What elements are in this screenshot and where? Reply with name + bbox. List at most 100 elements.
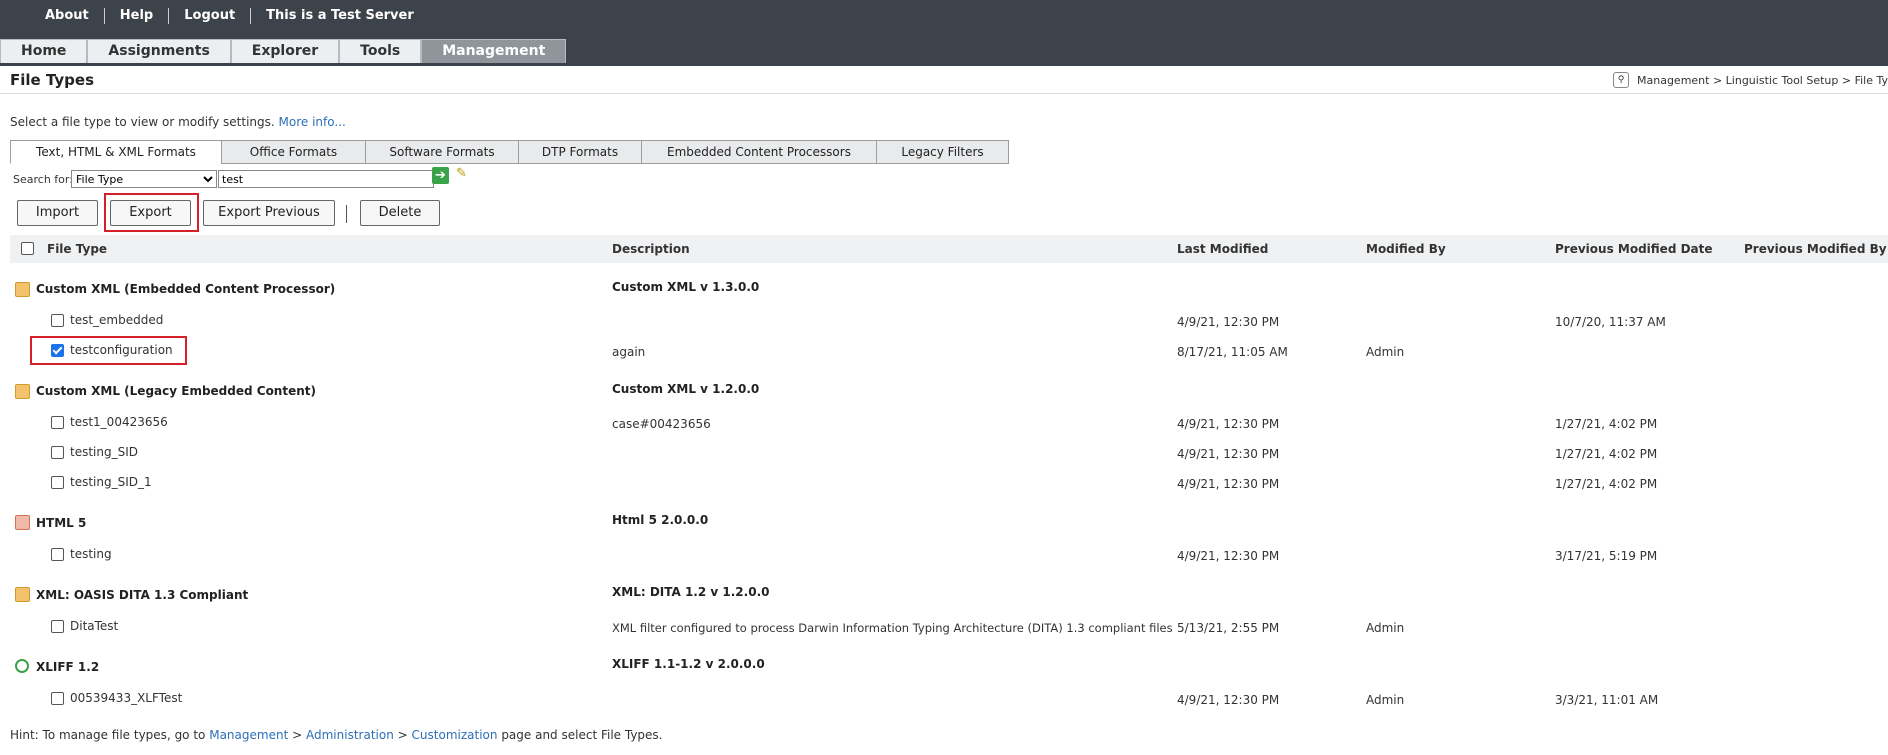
search-label: Search for:: [13, 173, 73, 186]
row-file-type[interactable]: test_embedded: [70, 313, 163, 327]
row-modified-by: Admin: [1366, 621, 1405, 635]
logout-link[interactable]: Logout: [169, 8, 252, 24]
management-link[interactable]: Management: [209, 728, 288, 742]
row-prev-date: 1/27/21, 4:02 PM: [1555, 417, 1658, 431]
row-description: XML filter configured to process Darwin …: [612, 621, 1173, 635]
row-file-type[interactable]: testing_SID: [70, 445, 138, 459]
help-link[interactable]: Help: [105, 8, 170, 24]
group-name: XML: OASIS DITA 1.3 Compliant: [36, 588, 249, 602]
row-modified-by: Admin: [1366, 345, 1405, 359]
hint-suffix: page and select File Types.: [501, 728, 663, 742]
row-prev-date: 3/17/21, 5:19 PM: [1555, 549, 1658, 563]
row-last-modified: 4/9/21, 12:30 PM: [1177, 417, 1280, 431]
row-file-type[interactable]: testconfiguration: [70, 343, 173, 357]
intro-label: Select a file type to view or modify set…: [10, 115, 275, 129]
go-arrow-icon[interactable]: ➔: [432, 167, 449, 184]
header-modified-by[interactable]: Modified By: [1366, 242, 1446, 256]
xml-file-icon: [15, 384, 30, 399]
row-file-type[interactable]: testing: [70, 547, 112, 561]
row-prev-date: 1/27/21, 4:02 PM: [1555, 477, 1658, 491]
group-version: XML: DITA 1.2 v 1.2.0.0: [612, 585, 770, 599]
row-prev-date: 1/27/21, 4:02 PM: [1555, 447, 1658, 461]
page-title: File Types: [10, 71, 94, 89]
row-checkbox[interactable]: [51, 416, 64, 429]
delete-button[interactable]: Delete: [360, 200, 440, 226]
tab-tools[interactable]: Tools: [339, 39, 422, 63]
header-last-modified[interactable]: Last Modified: [1177, 242, 1268, 256]
tab-explorer[interactable]: Explorer: [230, 39, 340, 63]
row-file-type[interactable]: test1_00423656: [70, 415, 168, 429]
breadcrumb-text[interactable]: Management > Linguistic Tool Setup > Fil…: [1637, 74, 1888, 87]
header-previous-modified-date[interactable]: Previous Modified Date: [1555, 242, 1713, 256]
group-name: XLIFF 1.2: [36, 660, 100, 674]
tab-legacy-filters[interactable]: Legacy Filters: [876, 140, 1009, 164]
search-input[interactable]: [218, 170, 434, 188]
row-checkbox[interactable]: [51, 548, 64, 561]
eraser-icon[interactable]: ✎: [456, 167, 472, 181]
header-file-type[interactable]: File Type: [47, 242, 107, 256]
row-checkbox[interactable]: [51, 620, 64, 633]
group-name: HTML 5: [36, 516, 87, 530]
xliff-file-icon: [15, 659, 29, 673]
row-last-modified: 4/9/21, 12:30 PM: [1177, 315, 1280, 329]
hint-text: Hint: To manage file types, go to Manage…: [10, 728, 662, 742]
tab-home[interactable]: Home: [0, 39, 88, 63]
tab-dtp-formats[interactable]: DTP Formats: [518, 140, 642, 164]
group-version: Custom XML v 1.2.0.0: [612, 382, 760, 396]
row-last-modified: 5/13/21, 2:55 PM: [1177, 621, 1280, 635]
header-previous-modified-by[interactable]: Previous Modified By: [1744, 242, 1887, 256]
xml-file-icon: [15, 282, 30, 297]
row-last-modified: 8/17/21, 11:05 AM: [1177, 345, 1288, 359]
export-button[interactable]: Export: [110, 200, 191, 226]
tab-text-html-xml[interactable]: Text, HTML & XML Formats: [10, 140, 222, 164]
about-link[interactable]: About: [30, 8, 105, 24]
tab-embedded-content-processors[interactable]: Embedded Content Processors: [641, 140, 877, 164]
top-bar: About Help Logout This is a Test Server …: [0, 0, 1888, 66]
hint-sep: >: [397, 728, 408, 742]
row-last-modified: 4/9/21, 12:30 PM: [1177, 477, 1280, 491]
header-divider: [0, 93, 1888, 94]
more-info-link[interactable]: More info...: [279, 115, 346, 129]
search-field-select[interactable]: File Type: [71, 170, 217, 188]
row-last-modified: 4/9/21, 12:30 PM: [1177, 693, 1280, 707]
main-nav: Home Assignments Explorer Tools Manageme…: [0, 39, 567, 63]
group-name: Custom XML (Legacy Embedded Content): [36, 384, 316, 398]
row-prev-date: 10/7/20, 11:37 AM: [1555, 315, 1666, 329]
group-version: Html 5 2.0.0.0: [612, 513, 709, 527]
button-separator: [346, 205, 347, 223]
breadcrumb-icon: ⚲: [1613, 72, 1629, 88]
breadcrumb: ⚲ Management > Linguistic Tool Setup > F…: [1613, 72, 1888, 88]
customization-link[interactable]: Customization: [412, 728, 498, 742]
row-last-modified: 4/9/21, 12:30 PM: [1177, 447, 1280, 461]
row-file-type[interactable]: testing_SID_1: [70, 475, 152, 489]
group-name: Custom XML (Embedded Content Processor): [36, 282, 336, 296]
server-label: This is a Test Server: [266, 8, 414, 23]
row-modified-by: Admin: [1366, 693, 1405, 707]
row-prev-date: 3/3/21, 11:01 AM: [1555, 693, 1659, 707]
header-description[interactable]: Description: [612, 242, 690, 256]
row-checkbox[interactable]: [51, 446, 64, 459]
top-links: About Help Logout This is a Test Server: [30, 6, 429, 26]
group-version: Custom XML v 1.3.0.0: [612, 280, 760, 294]
administration-link[interactable]: Administration: [306, 728, 394, 742]
format-tabs: Text, HTML & XML Formats Office Formats …: [10, 140, 1009, 164]
tab-assignments[interactable]: Assignments: [87, 39, 231, 63]
html-file-icon: [15, 515, 30, 530]
select-all-checkbox[interactable]: [21, 242, 34, 255]
hint-prefix: Hint: To manage file types, go to: [10, 728, 206, 742]
tab-software-formats[interactable]: Software Formats: [365, 140, 519, 164]
xml-file-icon: [15, 587, 30, 602]
group-version: XLIFF 1.1-1.2 v 2.0.0.0: [612, 657, 765, 671]
row-description: again: [612, 345, 646, 359]
row-checkbox-checked[interactable]: [51, 344, 64, 357]
tab-office-formats[interactable]: Office Formats: [221, 140, 366, 164]
row-checkbox[interactable]: [51, 692, 64, 705]
tab-management[interactable]: Management: [421, 39, 567, 63]
row-file-type[interactable]: DitaTest: [70, 619, 118, 633]
row-last-modified: 4/9/21, 12:30 PM: [1177, 549, 1280, 563]
import-button[interactable]: Import: [17, 200, 98, 226]
row-file-type[interactable]: 00539433_XLFTest: [70, 691, 182, 705]
row-checkbox[interactable]: [51, 314, 64, 327]
export-previous-button[interactable]: Export Previous: [203, 200, 335, 226]
row-checkbox[interactable]: [51, 476, 64, 489]
